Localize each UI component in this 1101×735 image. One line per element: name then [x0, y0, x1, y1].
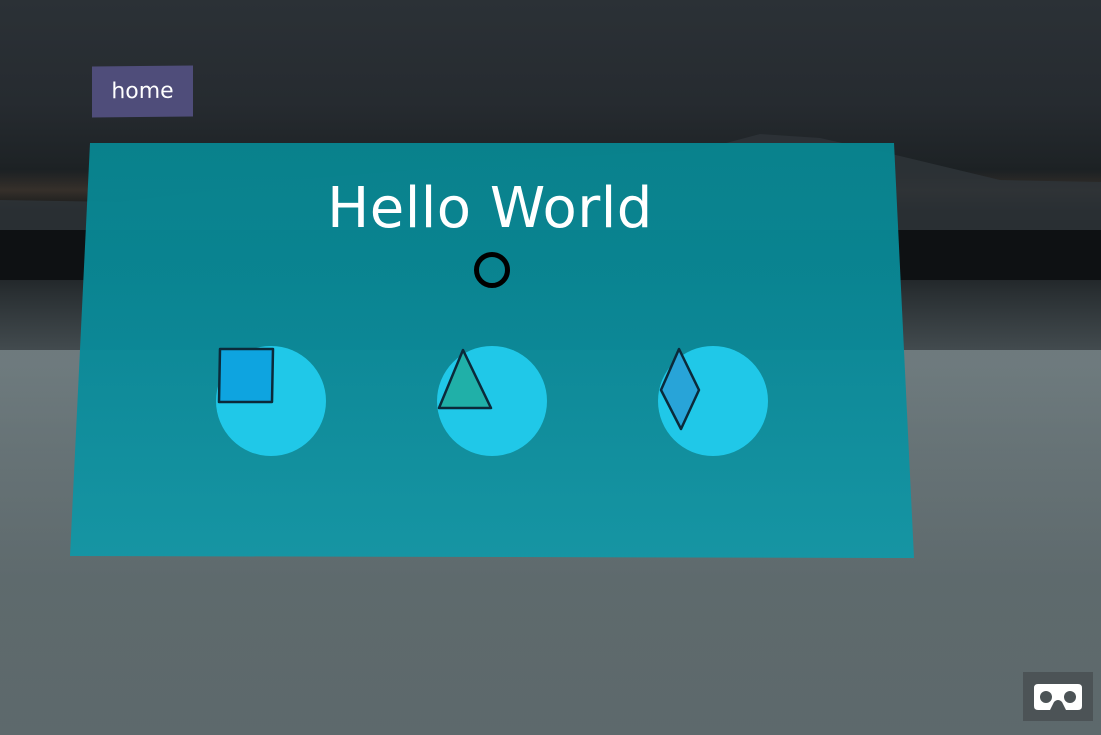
enter-vr-button[interactable] — [1023, 672, 1093, 721]
gaze-cursor-icon — [474, 252, 510, 288]
panel-surface — [70, 143, 914, 558]
hello-world-panel: Hello World — [0, 0, 1101, 735]
triangle-button[interactable] — [437, 346, 547, 456]
triangle-icon — [437, 348, 493, 410]
diamond-icon — [659, 347, 701, 431]
panel-title: Hello World — [327, 176, 653, 241]
vr-headset-icon — [1034, 683, 1082, 710]
square-button[interactable] — [216, 346, 326, 456]
square-icon — [217, 347, 275, 404]
diamond-button[interactable] — [658, 346, 768, 456]
